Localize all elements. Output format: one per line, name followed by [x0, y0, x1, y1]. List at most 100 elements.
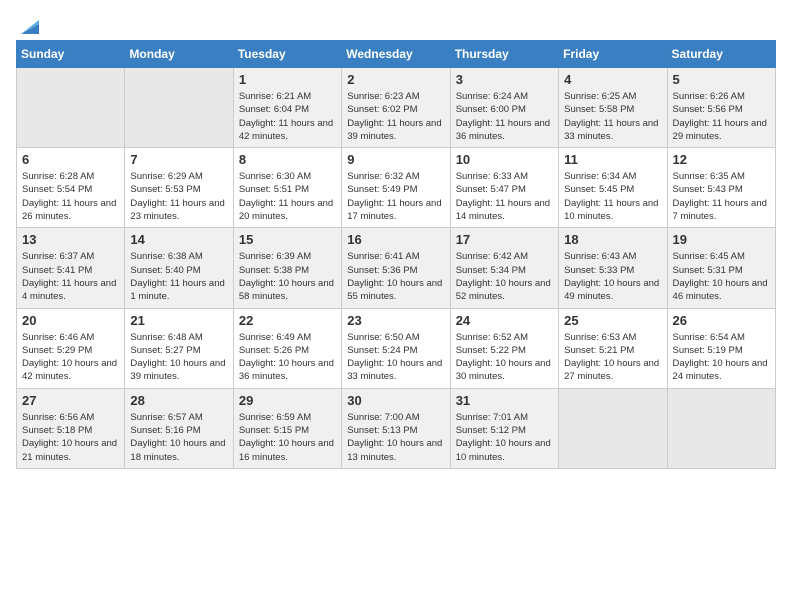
- calendar-cell: 1 Sunrise: 6:21 AMSunset: 6:04 PMDaylight…: [233, 68, 341, 148]
- day-info: Sunrise: 6:53 AMSunset: 5:21 PMDaylight:…: [564, 331, 661, 384]
- day-number: 7: [130, 152, 227, 167]
- calendar-cell: 27 Sunrise: 6:56 AMSunset: 5:18 PMDayligh…: [17, 388, 125, 468]
- day-number: 10: [456, 152, 553, 167]
- day-number: 29: [239, 393, 336, 408]
- day-info: Sunrise: 6:45 AMSunset: 5:31 PMDaylight:…: [673, 250, 770, 303]
- calendar-cell: 11 Sunrise: 6:34 AMSunset: 5:45 PMDayligh…: [559, 148, 667, 228]
- header-tuesday: Tuesday: [233, 41, 341, 68]
- day-number: 8: [239, 152, 336, 167]
- calendar-cell: 4 Sunrise: 6:25 AMSunset: 5:58 PMDaylight…: [559, 68, 667, 148]
- day-info: Sunrise: 6:33 AMSunset: 5:47 PMDaylight:…: [456, 170, 553, 223]
- day-number: 13: [22, 232, 119, 247]
- day-number: 26: [673, 313, 770, 328]
- calendar-cell: 10 Sunrise: 6:33 AMSunset: 5:47 PMDayligh…: [450, 148, 558, 228]
- day-info: Sunrise: 6:39 AMSunset: 5:38 PMDaylight:…: [239, 250, 336, 303]
- day-info: Sunrise: 6:38 AMSunset: 5:40 PMDaylight:…: [130, 250, 227, 303]
- calendar-cell: 6 Sunrise: 6:28 AMSunset: 5:54 PMDaylight…: [17, 148, 125, 228]
- calendar-cell: 7 Sunrise: 6:29 AMSunset: 5:53 PMDaylight…: [125, 148, 233, 228]
- calendar-cell: 22 Sunrise: 6:49 AMSunset: 5:26 PMDayligh…: [233, 308, 341, 388]
- day-number: 24: [456, 313, 553, 328]
- day-number: 22: [239, 313, 336, 328]
- header-friday: Friday: [559, 41, 667, 68]
- day-number: 25: [564, 313, 661, 328]
- calendar-cell: 21Sunrise: 6:48 AMSunset: 5:27 PMDayligh…: [125, 308, 233, 388]
- day-number: 17: [456, 232, 553, 247]
- day-info: Sunrise: 6:26 AMSunset: 5:56 PMDaylight:…: [673, 90, 770, 143]
- day-info: Sunrise: 6:54 AMSunset: 5:19 PMDaylight:…: [673, 331, 770, 384]
- calendar-cell: 20 Sunrise: 6:46 AMSunset: 5:29 PMDayligh…: [17, 308, 125, 388]
- day-number: 23: [347, 313, 444, 328]
- header-sunday: Sunday: [17, 41, 125, 68]
- day-info: Sunrise: 6:43 AMSunset: 5:33 PMDaylight:…: [564, 250, 661, 303]
- day-info: Sunrise: 6:30 AMSunset: 5:51 PMDaylight:…: [239, 170, 336, 223]
- day-number: 28: [130, 393, 227, 408]
- day-number: 11: [564, 152, 661, 167]
- calendar-week-row: 20 Sunrise: 6:46 AMSunset: 5:29 PMDayligh…: [17, 308, 776, 388]
- day-info: Sunrise: 6:37 AMSunset: 5:41 PMDaylight:…: [22, 250, 119, 303]
- calendar-cell: 26 Sunrise: 6:54 AMSunset: 5:19 PMDayligh…: [667, 308, 775, 388]
- calendar-week-row: 27 Sunrise: 6:56 AMSunset: 5:18 PMDayligh…: [17, 388, 776, 468]
- calendar-cell: 16 Sunrise: 6:41 AMSunset: 5:36 PMDayligh…: [342, 228, 450, 308]
- calendar-header-row: SundayMondayTuesdayWednesdayThursdayFrid…: [17, 41, 776, 68]
- day-info: Sunrise: 6:41 AMSunset: 5:36 PMDaylight:…: [347, 250, 444, 303]
- day-info: Sunrise: 6:35 AMSunset: 5:43 PMDaylight:…: [673, 170, 770, 223]
- day-info: Sunrise: 6:49 AMSunset: 5:26 PMDaylight:…: [239, 331, 336, 384]
- logo: [16, 16, 40, 30]
- calendar-cell: 31Sunrise: 7:01 AMSunset: 5:12 PMDayligh…: [450, 388, 558, 468]
- calendar-week-row: 6 Sunrise: 6:28 AMSunset: 5:54 PMDaylight…: [17, 148, 776, 228]
- calendar-cell: 25 Sunrise: 6:53 AMSunset: 5:21 PMDayligh…: [559, 308, 667, 388]
- day-number: 3: [456, 72, 553, 87]
- day-info: Sunrise: 6:57 AMSunset: 5:16 PMDaylight:…: [130, 411, 227, 464]
- calendar-cell: [559, 388, 667, 468]
- day-number: 14: [130, 232, 227, 247]
- calendar-cell: [125, 68, 233, 148]
- calendar-table: SundayMondayTuesdayWednesdayThursdayFrid…: [16, 40, 776, 469]
- day-info: Sunrise: 6:46 AMSunset: 5:29 PMDaylight:…: [22, 331, 119, 384]
- calendar-cell: 23Sunrise: 6:50 AMSunset: 5:24 PMDayligh…: [342, 308, 450, 388]
- calendar-cell: 24 Sunrise: 6:52 AMSunset: 5:22 PMDayligh…: [450, 308, 558, 388]
- calendar-cell: [17, 68, 125, 148]
- day-number: 16: [347, 232, 444, 247]
- day-info: Sunrise: 6:24 AMSunset: 6:00 PMDaylight:…: [456, 90, 553, 143]
- day-number: 30: [347, 393, 444, 408]
- day-number: 21: [130, 313, 227, 328]
- calendar-week-row: 1 Sunrise: 6:21 AMSunset: 6:04 PMDaylight…: [17, 68, 776, 148]
- calendar-cell: 14 Sunrise: 6:38 AMSunset: 5:40 PMDayligh…: [125, 228, 233, 308]
- day-info: Sunrise: 6:29 AMSunset: 5:53 PMDaylight:…: [130, 170, 227, 223]
- header-wednesday: Wednesday: [342, 41, 450, 68]
- page-header: [16, 16, 776, 30]
- day-info: Sunrise: 6:23 AMSunset: 6:02 PMDaylight:…: [347, 90, 444, 143]
- day-info: Sunrise: 6:32 AMSunset: 5:49 PMDaylight:…: [347, 170, 444, 223]
- day-number: 27: [22, 393, 119, 408]
- calendar-week-row: 13 Sunrise: 6:37 AMSunset: 5:41 PMDayligh…: [17, 228, 776, 308]
- day-number: 12: [673, 152, 770, 167]
- calendar-cell: 2 Sunrise: 6:23 AMSunset: 6:02 PMDaylight…: [342, 68, 450, 148]
- day-info: Sunrise: 6:34 AMSunset: 5:45 PMDaylight:…: [564, 170, 661, 223]
- day-number: 18: [564, 232, 661, 247]
- day-info: Sunrise: 6:28 AMSunset: 5:54 PMDaylight:…: [22, 170, 119, 223]
- day-number: 6: [22, 152, 119, 167]
- day-info: Sunrise: 6:21 AMSunset: 6:04 PMDaylight:…: [239, 90, 336, 143]
- calendar-cell: [667, 388, 775, 468]
- calendar-cell: 28 Sunrise: 6:57 AMSunset: 5:16 PMDayligh…: [125, 388, 233, 468]
- day-info: Sunrise: 6:42 AMSunset: 5:34 PMDaylight:…: [456, 250, 553, 303]
- calendar-cell: 15Sunrise: 6:39 AMSunset: 5:38 PMDayligh…: [233, 228, 341, 308]
- calendar-cell: 13 Sunrise: 6:37 AMSunset: 5:41 PMDayligh…: [17, 228, 125, 308]
- calendar-cell: 9 Sunrise: 6:32 AMSunset: 5:49 PMDaylight…: [342, 148, 450, 228]
- day-number: 1: [239, 72, 336, 87]
- day-number: 19: [673, 232, 770, 247]
- day-info: Sunrise: 6:59 AMSunset: 5:15 PMDaylight:…: [239, 411, 336, 464]
- day-info: Sunrise: 7:01 AMSunset: 5:12 PMDaylight:…: [456, 411, 553, 464]
- day-number: 4: [564, 72, 661, 87]
- day-info: Sunrise: 6:52 AMSunset: 5:22 PMDaylight:…: [456, 331, 553, 384]
- day-info: Sunrise: 6:25 AMSunset: 5:58 PMDaylight:…: [564, 90, 661, 143]
- day-number: 9: [347, 152, 444, 167]
- day-number: 20: [22, 313, 119, 328]
- day-number: 2: [347, 72, 444, 87]
- header-thursday: Thursday: [450, 41, 558, 68]
- day-info: Sunrise: 6:56 AMSunset: 5:18 PMDaylight:…: [22, 411, 119, 464]
- calendar-cell: 18 Sunrise: 6:43 AMSunset: 5:33 PMDayligh…: [559, 228, 667, 308]
- calendar-cell: 29 Sunrise: 6:59 AMSunset: 5:15 PMDayligh…: [233, 388, 341, 468]
- calendar-cell: 17 Sunrise: 6:42 AMSunset: 5:34 PMDayligh…: [450, 228, 558, 308]
- calendar-cell: 5Sunrise: 6:26 AMSunset: 5:56 PMDaylight…: [667, 68, 775, 148]
